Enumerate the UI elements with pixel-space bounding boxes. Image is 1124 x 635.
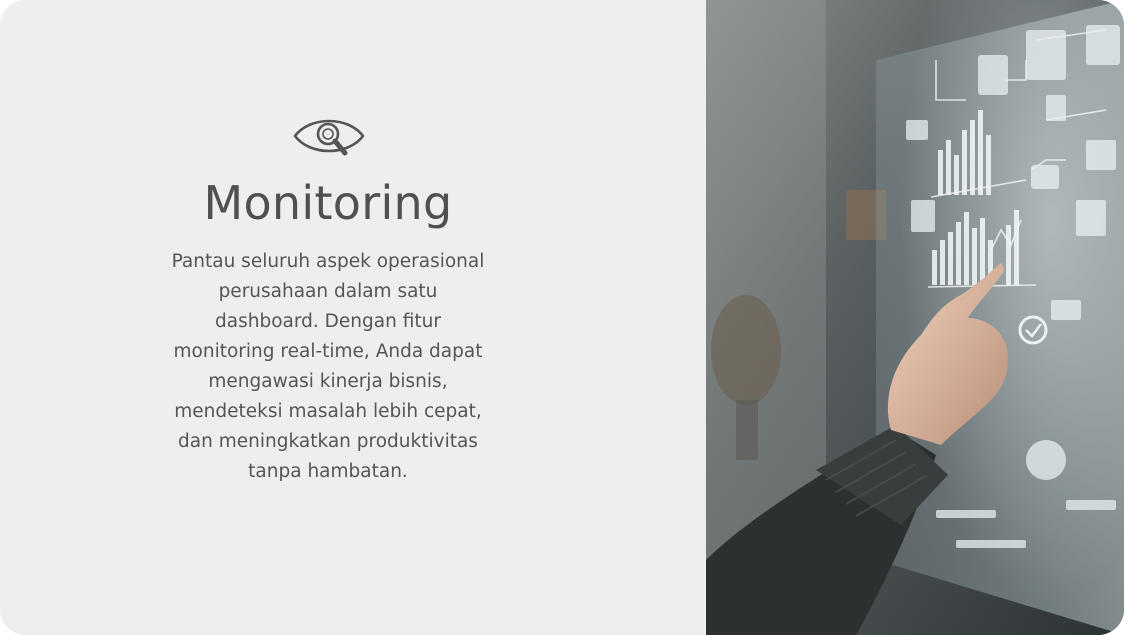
feature-card: Monitoring Pantau seluruh aspek operasio… <box>0 0 1124 635</box>
hero-photo <box>706 0 1124 635</box>
feature-description: Pantau seluruh aspek operasional perusah… <box>171 251 485 482</box>
eye-search-icon <box>293 119 365 156</box>
feature-text-panel: Monitoring Pantau seluruh aspek operasio… <box>0 0 706 635</box>
feature-title: Monitoring <box>203 176 453 230</box>
